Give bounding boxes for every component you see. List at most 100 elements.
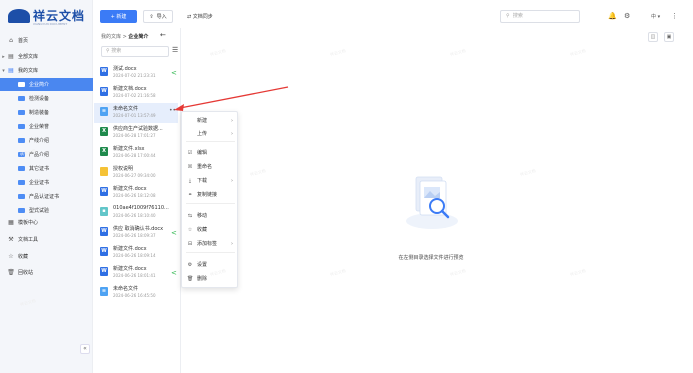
logo-subtitle: XIANGYUN DOCUMENT bbox=[33, 22, 68, 26]
new-button[interactable]: + 新建 bbox=[100, 10, 137, 23]
file-date: 2024-06-28 17:00:44 bbox=[113, 153, 156, 158]
sync-label: 文档同步 bbox=[192, 14, 213, 20]
context-menu-item-new[interactable]: 新建 › bbox=[182, 115, 239, 126]
save-icon[interactable]: ▣ bbox=[664, 32, 674, 42]
context-menu-item-download[interactable]: ⤓ 下载 › bbox=[182, 175, 239, 186]
file-list-item[interactable]: W 新建文件.docx 2024-06-26 18:09:14 bbox=[94, 243, 178, 263]
sidebar-folder-testing-equipment[interactable]: 检测设备 bbox=[0, 92, 93, 105]
file-list-item[interactable]: W 测试.docx 2024-07-02 21:23:31 < bbox=[94, 63, 178, 83]
sidebar-item-all-library[interactable]: ▸ ▤ 全部文库 bbox=[0, 50, 93, 63]
import-label: 导入 bbox=[156, 14, 167, 20]
watermark-text: 祥云文档 bbox=[449, 268, 467, 278]
sidebar-folder-production-line[interactable]: 产线介绍 bbox=[0, 134, 93, 147]
share-icon[interactable]: < bbox=[171, 69, 177, 77]
file-list-item[interactable]: W 供应 取消确认书.docx 2024-06-26 18:09:37 < bbox=[94, 223, 178, 243]
sidebar-folder-company-intro[interactable]: 企业简介 bbox=[0, 78, 93, 91]
back-arrow-icon[interactable]: ← bbox=[160, 31, 166, 39]
context-menu-item-settings[interactable]: ⚙ 设置 bbox=[182, 259, 239, 270]
sidebar-item-label: 产线介绍 bbox=[29, 138, 50, 144]
context-menu-item-edit[interactable]: ☑ 编辑 bbox=[182, 147, 239, 158]
file-name: 新建文件.xlsx bbox=[113, 146, 145, 152]
bell-icon[interactable]: 🔔 bbox=[608, 12, 617, 20]
document-sync-button[interactable]: ⇄ 文档同步 bbox=[187, 13, 213, 20]
share-icon[interactable]: < bbox=[171, 229, 177, 237]
folder-icon bbox=[18, 166, 25, 171]
sidebar-item-trash[interactable]: 🗑 回收站 bbox=[0, 266, 93, 279]
preview-hint: 在左侧目录选择文件进行预览 bbox=[398, 255, 464, 261]
caret-right-icon[interactable]: ▸ bbox=[0, 54, 7, 60]
context-menu-item-upload[interactable]: 上传 › bbox=[182, 128, 239, 139]
tools-icon: ⚒ bbox=[8, 236, 14, 243]
file-list-item[interactable]: X 供应商生产试验数据... 2024-06-28 17:01:27 bbox=[94, 123, 178, 143]
panel-toggle-icon[interactable]: ◫ bbox=[648, 32, 658, 42]
context-menu-label: 收藏 bbox=[197, 227, 208, 233]
sidebar-item-label: 模板中心 bbox=[18, 220, 39, 226]
sidebar-folder-products[interactable]: 产品介绍 bbox=[0, 148, 93, 161]
context-menu-item-favorite[interactable]: ☆ 收藏 bbox=[182, 224, 239, 235]
context-menu-label: 上传 bbox=[197, 131, 208, 137]
sidebar-item-templates[interactable]: ▦ 模板中心 bbox=[0, 216, 93, 229]
import-button[interactable]: ⇪ 导入 bbox=[143, 10, 173, 23]
file-list-item[interactable]: X 新建文件.xlsx 2024-06-28 17:00:44 bbox=[94, 143, 178, 163]
empty-preview-illustration-icon bbox=[406, 176, 458, 229]
user-menu-icon[interactable]: ⋮ bbox=[671, 12, 678, 20]
breadcrumb-root[interactable]: 我的文库 bbox=[101, 34, 121, 40]
context-menu-item-add-tag[interactable]: ⊟ 添加标签 › bbox=[182, 238, 239, 249]
submenu-arrow-icon: › bbox=[231, 130, 233, 137]
file-list-item[interactable]: ▪ 010ae4f1009f76110... 2024-06-26 18:10:40 bbox=[94, 203, 178, 223]
menu-divider bbox=[186, 203, 235, 204]
menu-divider bbox=[186, 252, 235, 253]
file-list-item[interactable]: ≡ 未命名文件 2024-06-26 16:45:50 bbox=[94, 283, 178, 303]
folder-icon bbox=[18, 208, 25, 213]
context-menu-item-copy-link[interactable]: ⚭ 复制链接 bbox=[182, 189, 239, 200]
file-date: 2024-07-02 21:16:58 bbox=[113, 93, 156, 98]
gear-icon[interactable]: ⚙ bbox=[624, 12, 630, 20]
file-list-item[interactable]: 授权说明 2024-06-27 09:34:00 bbox=[94, 163, 178, 183]
sidebar-item-tools[interactable]: ⚒ 文档工具 bbox=[0, 233, 93, 246]
edit-icon: ☑ bbox=[187, 149, 193, 156]
collapse-sidebar-button[interactable]: « bbox=[80, 344, 90, 354]
rename-icon: ☒ bbox=[187, 163, 193, 170]
share-icon[interactable]: < bbox=[171, 269, 177, 277]
watermark-text: 祥云文档 bbox=[209, 48, 227, 58]
global-search-input[interactable]: ⚲ 搜索 bbox=[500, 10, 580, 23]
file-name: 新建文件.docx bbox=[113, 246, 147, 252]
word-file-icon: W bbox=[100, 267, 108, 276]
file-list-item[interactable]: W 新建文件.docx 2024-06-26 18:12:08 bbox=[94, 183, 178, 203]
context-menu-item-move[interactable]: ⇆ 移动 bbox=[182, 210, 239, 221]
context-menu-label: 下载 bbox=[197, 178, 208, 184]
file-list-item[interactable]: W 新建文档.docx 2024-07-02 21:16:58 bbox=[94, 83, 178, 103]
sidebar-item-label: 检测设备 bbox=[29, 96, 50, 102]
template-icon: ▦ bbox=[8, 219, 14, 226]
file-list-item[interactable]: ≡ 未命名文件 2024-07-01 13:57:49 ••• bbox=[94, 103, 180, 123]
language-label: 中 bbox=[651, 14, 657, 20]
sidebar-item-label: 收藏 bbox=[18, 254, 29, 260]
move-icon: ⇆ bbox=[187, 212, 193, 219]
sidebar-folder-product-certs[interactable]: 产品认证证书 bbox=[0, 190, 93, 203]
caret-down-icon[interactable]: ▾ bbox=[0, 68, 7, 74]
sidebar-folder-company-certs[interactable]: 企业证书 bbox=[0, 176, 93, 189]
sidebar-item-label: 产品认证证书 bbox=[29, 194, 60, 200]
file-name: 010ae4f1009f76110... bbox=[113, 205, 169, 211]
file-list-item[interactable]: W 新建文件.docx 2024-06-26 18:01:41 < bbox=[94, 263, 178, 283]
sidebar-item-my-library[interactable]: ▾ ▤ 我的文库 bbox=[0, 64, 93, 77]
file-date: 2024-06-26 18:09:14 bbox=[113, 253, 156, 258]
sidebar-folder-manufacturing-equipment[interactable]: 制造装备 bbox=[0, 106, 93, 119]
sidebar-folder-other-certs[interactable]: 其它证书 bbox=[0, 162, 93, 175]
sidebar-item-home[interactable]: ⌂ 首页 bbox=[0, 34, 93, 47]
search-icon: ⚲ bbox=[106, 48, 110, 54]
context-menu-label: 添加标签 bbox=[197, 241, 218, 247]
file-date: 2024-06-27 09:34:00 bbox=[113, 173, 156, 178]
list-view-icon[interactable]: ☰ bbox=[172, 46, 178, 54]
context-menu-item-rename[interactable]: ☒ 重命名 bbox=[182, 161, 239, 172]
language-switcher[interactable]: 中 ▾ bbox=[651, 13, 660, 20]
folder-icon bbox=[18, 194, 25, 199]
file-date: 2024-07-02 21:23:31 bbox=[113, 73, 156, 78]
sidebar-item-label: 其它证书 bbox=[29, 166, 50, 172]
file-name: 授权说明 bbox=[113, 166, 134, 172]
sidebar-folder-honors[interactable]: 企业荣誉 bbox=[0, 120, 93, 133]
file-search-input[interactable]: ⚲ 搜索 bbox=[101, 46, 169, 57]
sidebar-item-favorites[interactable]: ☆ 收藏 bbox=[0, 250, 93, 263]
file-name: 新建文档.docx bbox=[113, 86, 147, 92]
delete-icon: 🗑 bbox=[187, 275, 194, 282]
